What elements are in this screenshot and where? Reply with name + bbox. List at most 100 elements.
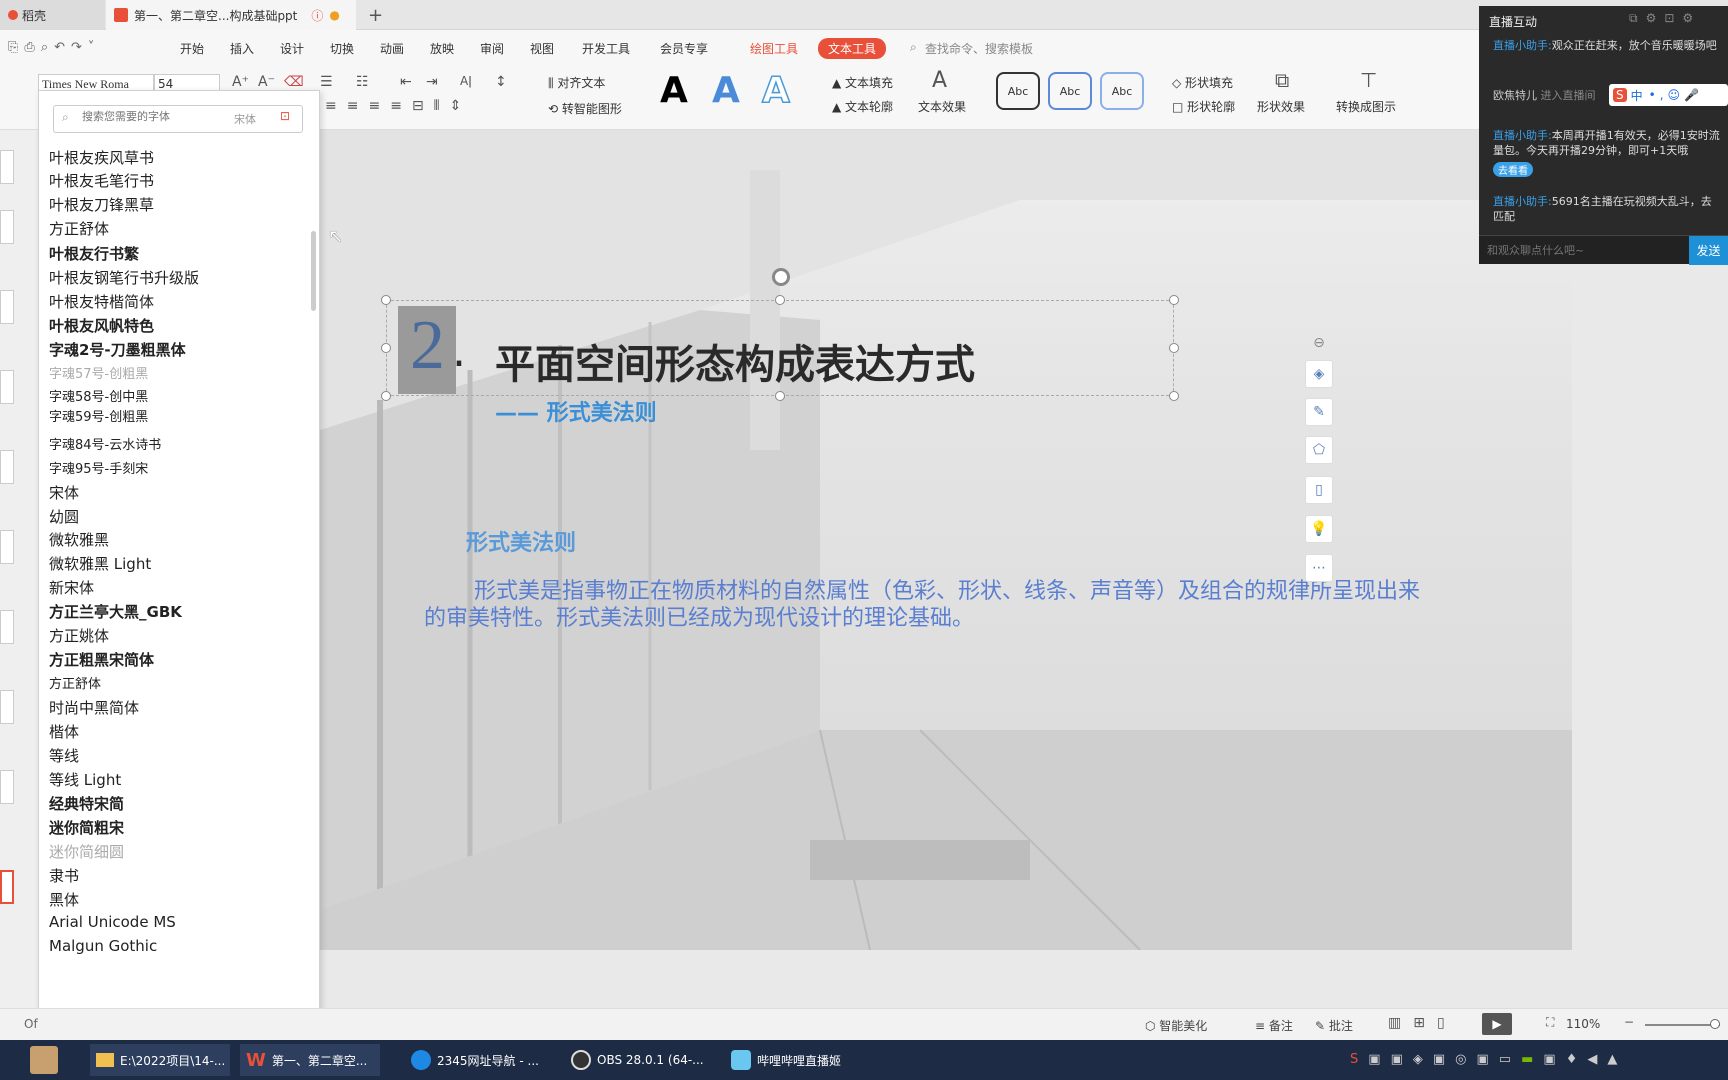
taskbar-item-obs[interactable]: OBS 28.0.1 (64-...: [565, 1044, 705, 1076]
justify-icon[interactable]: ≡: [390, 98, 412, 114]
taskbar-item-bilibili[interactable]: 哔哩哔哩直播姬: [725, 1044, 865, 1076]
more-tray-icon[interactable]: ▲: [1607, 1052, 1627, 1067]
smart-beautify-button[interactable]: ⬡ 智能美化: [1145, 1017, 1207, 1034]
taskbar-item-browser[interactable]: 2345网址导航 - ...: [405, 1044, 545, 1076]
lightbulb-icon[interactable]: 💡: [1305, 515, 1333, 543]
shape-icon[interactable]: ⬠: [1305, 436, 1333, 464]
shape-style-2[interactable]: Abc: [1048, 72, 1092, 110]
text-style-black[interactable]: A: [660, 70, 688, 111]
tray-icon[interactable]: ▣: [1391, 1052, 1413, 1067]
print-icon[interactable]: ⎙: [24, 40, 40, 55]
font-option[interactable]: 叶根友特楷简体: [49, 291, 154, 312]
zoom-slider-thumb[interactable]: [1710, 1019, 1720, 1029]
distribute-icon[interactable]: ⊟: [412, 98, 434, 114]
align-text-button[interactable]: ⫼ 对齐文本: [548, 74, 605, 91]
font-option[interactable]: 叶根友钢笔行书升级版: [49, 267, 199, 288]
font-search-input[interactable]: [82, 110, 222, 123]
battery-icon[interactable]: ▭: [1499, 1052, 1521, 1067]
slide-thumbnail[interactable]: [0, 290, 14, 324]
resize-handle[interactable]: [381, 295, 391, 305]
text-outline-button[interactable]: ▲ 文本轮廓: [832, 98, 893, 115]
font-option[interactable]: 黑体: [49, 889, 79, 910]
go-see-button[interactable]: 去看看: [1493, 162, 1533, 177]
collapse-icon[interactable]: ⊖: [1306, 332, 1332, 354]
tab-document[interactable]: 第一、第二章空...构成基础ppt ⓘ ●: [106, 0, 356, 30]
menu-member[interactable]: 会员专享: [660, 40, 708, 57]
normal-view-icon[interactable]: ▥: [1388, 1015, 1413, 1031]
font-option[interactable]: 方正粗黑宋简体: [49, 649, 154, 670]
play-icon[interactable]: ▶: [1482, 1013, 1512, 1035]
shield-icon[interactable]: ◈: [1413, 1052, 1433, 1067]
font-option[interactable]: 字魂2号-刀墨粗黑体: [49, 339, 186, 360]
bullet-list-icon[interactable]: ☰: [320, 74, 333, 90]
menu-developer[interactable]: 开发工具: [582, 40, 630, 57]
zoom-out-icon[interactable]: −: [1624, 1015, 1634, 1029]
chevron-down-icon[interactable]: ˅: [88, 40, 101, 55]
redo-icon[interactable]: ↷: [71, 40, 88, 55]
settings-icon[interactable]: ⚙: [1646, 11, 1665, 25]
text-direction-icon[interactable]: Aǀ: [460, 74, 472, 88]
shape-effect-button[interactable]: 形状效果: [1257, 98, 1305, 115]
zoom-slider[interactable]: [1645, 1024, 1720, 1026]
resize-handle[interactable]: [381, 391, 391, 401]
shape-fill-button[interactable]: ◇ 形状填充: [1172, 74, 1233, 91]
gpu-icon[interactable]: ▬: [1521, 1052, 1543, 1067]
slide-thumbnail[interactable]: [0, 530, 14, 564]
font-option[interactable]: 叶根友风帆特色: [49, 315, 154, 336]
lock-icon[interactable]: ⊡: [1664, 11, 1682, 25]
more-icon[interactable]: ⋯: [1305, 554, 1333, 582]
undo-icon[interactable]: ↶: [54, 40, 71, 55]
comment-button[interactable]: ✎ 批注: [1315, 1017, 1353, 1034]
menu-drawing-tools[interactable]: 绘图工具: [750, 40, 798, 57]
resize-handle[interactable]: [775, 295, 785, 305]
chat-input[interactable]: [1487, 240, 1657, 260]
menu-view[interactable]: 视图: [530, 40, 554, 57]
crop-icon[interactable]: ▯: [1305, 476, 1333, 504]
taskbar-item-wps[interactable]: W 第一、第二章空...: [240, 1044, 380, 1076]
indent-icon[interactable]: ⇥: [426, 74, 438, 90]
menu-start[interactable]: 开始: [180, 40, 204, 57]
font-option[interactable]: 字魂59号-创粗黑: [49, 406, 148, 425]
pen-icon[interactable]: ✎: [1305, 398, 1333, 426]
slide-thumbnail[interactable]: [0, 370, 14, 404]
network-icon[interactable]: ◎: [1455, 1052, 1476, 1067]
font-option[interactable]: 字魂57号-创粗黑: [49, 363, 148, 382]
taskbar-item-explorer[interactable]: E:\2022项目\14-...: [90, 1044, 230, 1076]
menu-text-tools[interactable]: 文本工具: [818, 38, 887, 59]
tray-icon[interactable]: ▣: [1543, 1052, 1565, 1067]
gear-icon[interactable]: ⚙: [1682, 11, 1701, 25]
font-option[interactable]: 微软雅黑: [49, 529, 109, 550]
font-option[interactable]: 幼圆: [49, 506, 79, 527]
font-option[interactable]: Malgun Gothic: [49, 937, 157, 955]
slide-thumbnail[interactable]: [0, 770, 14, 804]
resize-handle[interactable]: [1169, 343, 1179, 353]
popout-icon[interactable]: ⧉: [1629, 11, 1646, 25]
font-option[interactable]: 方正兰亭大黑_GBK: [49, 601, 182, 622]
text-style-outline[interactable]: A: [761, 69, 790, 112]
font-cloud-icon[interactable]: ⊡: [280, 109, 290, 123]
font-option[interactable]: 等线 Light: [49, 769, 121, 790]
resize-handle[interactable]: [381, 343, 391, 353]
font-option[interactable]: 方正姚体: [49, 625, 109, 646]
font-search-box[interactable]: ⌕ 宋体 ⊡: [53, 105, 303, 133]
resize-handle[interactable]: [1169, 295, 1179, 305]
layers-icon[interactable]: ◈: [1305, 360, 1333, 388]
line-spacing-icon[interactable]: ↕: [495, 74, 507, 90]
tray-icon[interactable]: ▣: [1477, 1052, 1499, 1067]
align-right-icon[interactable]: ≡: [368, 98, 390, 114]
notes-button[interactable]: ≡ 备注: [1255, 1017, 1293, 1034]
sogou-tray-icon[interactable]: S: [1350, 1052, 1368, 1067]
text-fill-button[interactable]: ▲ 文本填充: [832, 74, 893, 91]
font-option[interactable]: 叶根友行书繁: [49, 243, 139, 264]
smart-shape-button[interactable]: ⟲ 转智能图形: [548, 100, 622, 117]
slide-thumbnail[interactable]: [0, 690, 14, 724]
increase-font-icon[interactable]: A⁺: [232, 74, 249, 90]
shape-style-1[interactable]: Abc: [996, 72, 1040, 110]
font-option[interactable]: Arial Unicode MS: [49, 913, 176, 931]
font-option[interactable]: 迷你简粗宋: [49, 817, 124, 838]
save-icon[interactable]: ⎘: [8, 40, 24, 55]
columns-icon[interactable]: ⫴: [434, 98, 450, 114]
font-option[interactable]: 等线: [49, 745, 79, 766]
clear-format-icon[interactable]: ⌫: [284, 74, 304, 90]
slide-thumbnail[interactable]: [0, 450, 14, 484]
